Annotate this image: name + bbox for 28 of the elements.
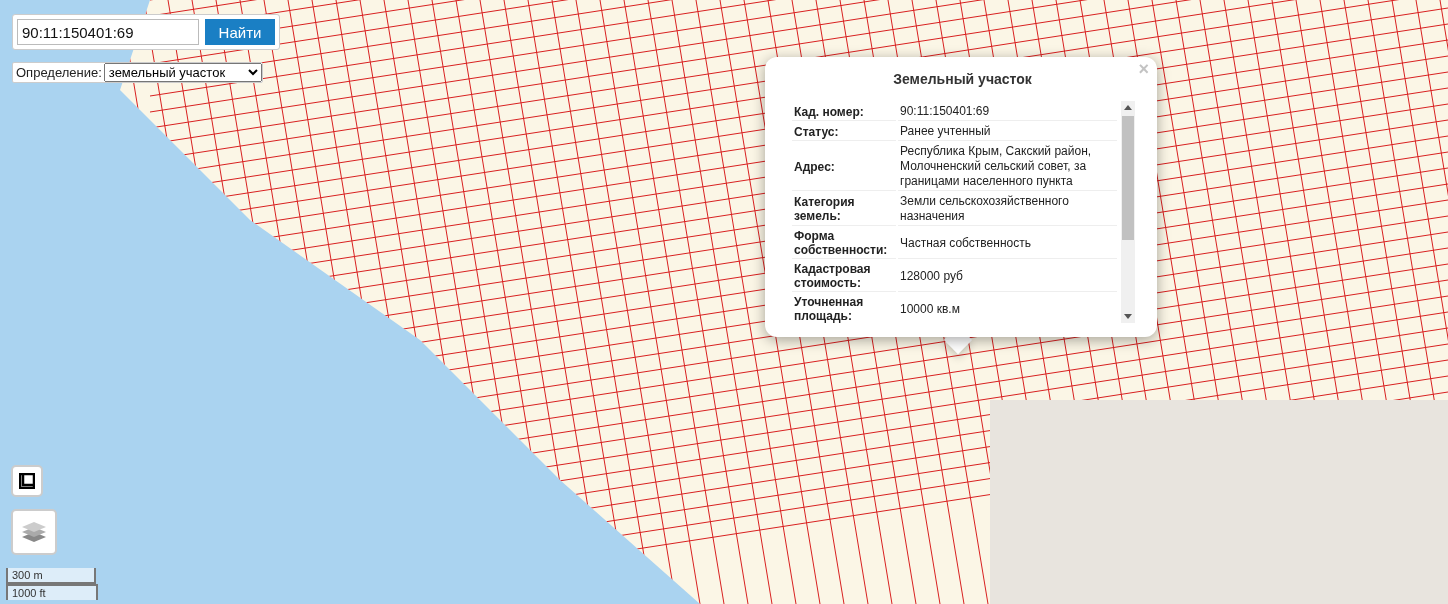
field-value: 90:11:150401:69	[898, 103, 1118, 121]
scale-bar: 300 m	[6, 568, 96, 584]
scroll-thumb[interactable]	[1122, 116, 1135, 240]
cadastral-number-field[interactable]: 90:11:150401:69	[17, 19, 199, 45]
field-value: Земли сельскохозяйственного назначения	[898, 193, 1118, 226]
layers-button[interactable]	[11, 509, 57, 555]
find-button[interactable]: Найти	[205, 19, 275, 45]
field-label: Категория земель:	[792, 193, 896, 226]
field-label: Кадастровая стоимость:	[792, 261, 896, 292]
scroll-down-icon[interactable]	[1124, 314, 1133, 319]
field-label: Адрес:	[792, 143, 896, 191]
scrollbar[interactable]	[1121, 101, 1135, 323]
field-value: 128000 руб	[898, 261, 1118, 292]
scale-bar: 1000 ft	[6, 584, 98, 600]
field-label: Статус:	[792, 123, 896, 141]
definition-label: Определение:	[16, 65, 102, 80]
field-value: 10000 кв.м	[898, 294, 1118, 323]
field-label: Форма собственности:	[792, 228, 896, 259]
popup-title: Земельный участок	[892, 71, 1033, 87]
definition-select[interactable]: земельный участок	[103, 63, 262, 82]
field-label: Уточненная площадь:	[792, 294, 896, 323]
layers-icon	[21, 520, 47, 544]
scroll-up-icon[interactable]	[1124, 105, 1133, 110]
field-value: Ранее учтенный	[898, 123, 1118, 141]
field-label: Кад. номер:	[792, 103, 896, 121]
measure-button[interactable]	[11, 465, 43, 497]
field-value: Республика Крым, Сакский район, Молочненский сельский совет, за границами населенного пункта	[898, 143, 1118, 191]
field-value: Частная собственность	[898, 228, 1118, 259]
